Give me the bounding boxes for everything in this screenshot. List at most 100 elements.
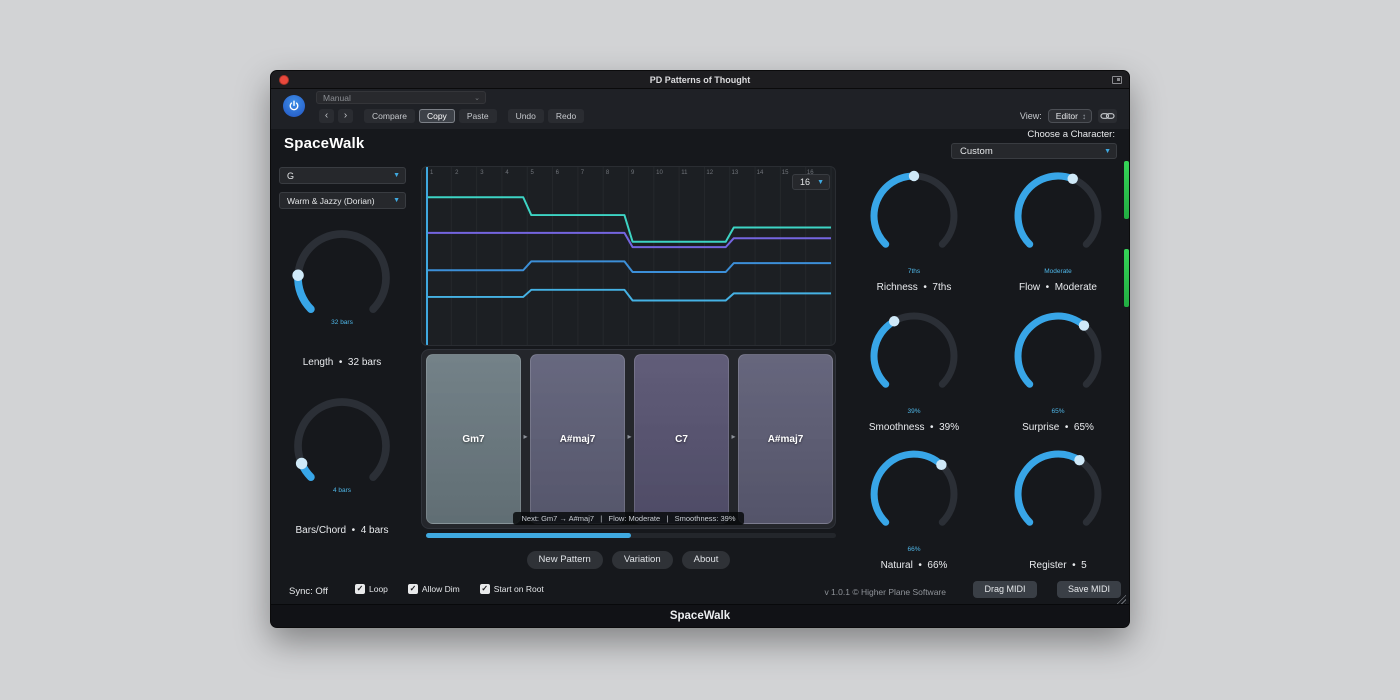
loop-checkbox[interactable]: ✓ Loop [355,584,388,594]
view-label: View: [1020,111,1042,121]
compare-button[interactable]: Compare [364,109,415,123]
ruler-label: 13 [732,170,757,178]
flow-knob[interactable]: Moderate Flow • Moderate [1008,166,1108,293]
redo-button[interactable]: Redo [548,109,584,123]
knob-caption: Bars/Chord • 4 bars [296,525,389,536]
ruler-label: 2 [455,170,480,178]
chord-cards-panel: Gm7 ▸ A#maj7 ▸ C7 ▸ A#maj7 Next: Gm7 → A… [421,349,836,529]
key-dropdown[interactable]: G [279,167,406,184]
register-knob[interactable]: Register • 5 [1008,444,1108,571]
chevron-down-icon [393,172,405,179]
pattern-status: Next: Gm7 → A#maj7 | Flow: Moderate | Sm… [513,512,745,525]
card-arrow-icon: ▸ [625,432,634,441]
checkbox-box[interactable]: ✓ [480,584,490,594]
start-on-root-checkbox[interactable]: ✓ Start on Root [480,584,544,594]
back-button[interactable]: ‹ [319,109,334,123]
character-value: Custom [960,146,993,157]
knob-arc [864,444,964,544]
checkbox-label: Start on Root [494,584,544,594]
ruler-label: 7 [581,170,606,178]
ruler-label: 11 [681,170,706,178]
chord-name: A#maj7 [560,434,596,445]
preset-dropdown[interactable]: Manual [316,91,486,104]
titlebar[interactable]: PD Patterns of Thought [271,71,1129,89]
ruler-label: 3 [480,170,505,178]
knob-value: Moderate [1044,268,1071,276]
natural-knob[interactable]: 66% Natural • 66% [864,444,964,571]
allow-dim-checkbox[interactable]: ✓ Allow Dim [408,584,460,594]
knob-arc [864,306,964,406]
bars-count-dropdown[interactable]: 16 [792,174,830,190]
pattern-sequencer: 12345678910111213141516 16 [421,166,836,346]
card-arrow-icon: ▸ [521,432,530,441]
close-button[interactable] [279,75,289,85]
bars-count-value: 16 [800,177,810,187]
chord-card[interactable]: A#maj7 [738,354,833,524]
knob-caption: Surprise • 65% [1022,422,1094,433]
knob-arc [864,166,964,266]
knob-caption: Length • 32 bars [303,357,382,368]
window-title: PD Patterns of Thought [650,75,751,85]
voice-lines-chart [422,167,835,345]
copy-button[interactable]: Copy [419,109,455,123]
length-knob[interactable]: 32 bars Length • 32 bars [287,223,397,368]
about-button[interactable]: About [682,551,731,569]
ruler-label: 14 [757,170,782,178]
knob-value: 32 bars [331,319,353,327]
scale-dropdown[interactable]: Warm & Jazzy (Dorian) [279,192,406,209]
checkbox-box[interactable]: ✓ [408,584,418,594]
view-value: Editor [1056,111,1078,121]
richness-knob[interactable]: 7ths Richness • 7ths [864,166,964,293]
progress-fill [426,533,631,538]
chord-name: C7 [675,434,688,445]
ruler-label: 10 [656,170,681,178]
footer-bar: SpaceWalk [271,604,1129,627]
ruler-label: 4 [505,170,530,178]
undo-button[interactable]: Undo [508,109,544,123]
chevron-down-icon [817,179,829,186]
character-label: Choose a Character: [1027,129,1115,140]
link-icon [1100,111,1115,121]
key-value: G [287,171,294,181]
new-pattern-button[interactable]: New Pattern [527,551,603,569]
knob-arc [1008,306,1108,406]
chord-card[interactable]: A#maj7 [530,354,625,524]
paste-button[interactable]: Paste [459,109,497,123]
version-text: v 1.0.1 © Higher Plane Software [776,587,946,597]
knob-caption: Natural • 66% [881,560,948,571]
knob-value: 7ths [908,268,920,276]
variation-button[interactable]: Variation [612,551,673,569]
bars-per-chord-knob[interactable]: 4 bars Bars/Chord • 4 bars [287,391,397,536]
bar-ruler: 12345678910111213141516 [430,170,832,178]
plugin-window-icon[interactable] [1112,76,1122,84]
sync-toggle[interactable]: Sync: Off [289,586,328,597]
save-midi-button[interactable]: Save MIDI [1057,581,1121,598]
ruler-label: 6 [556,170,581,178]
knob-value: 66% [907,546,920,554]
ruler-label: 9 [631,170,656,178]
chord-card[interactable]: C7 [634,354,729,524]
level-meter-segment [1124,161,1129,219]
view-dropdown[interactable]: Editor [1048,109,1092,123]
scale-value: Warm & Jazzy (Dorian) [287,196,375,206]
forward-button[interactable]: › [338,109,353,123]
knob-caption: Register • 5 [1029,560,1086,571]
chevron-down-icon [1104,148,1116,155]
chord-card[interactable]: Gm7 [426,354,521,524]
smoothness-knob[interactable]: 39% Smoothness • 39% [864,306,964,433]
link-button[interactable] [1098,109,1117,123]
surprise-knob[interactable]: 65% Surprise • 65% [1008,306,1108,433]
ruler-label: 5 [531,170,556,178]
playhead-line [426,167,428,345]
ruler-label: 12 [706,170,731,178]
playback-progress[interactable] [426,533,836,538]
power-button[interactable] [283,95,305,117]
card-arrow-icon: ▸ [729,432,738,441]
checkbox-box[interactable]: ✓ [355,584,365,594]
chord-name: Gm7 [462,434,484,445]
drag-midi-button[interactable]: Drag MIDI [973,581,1037,598]
chevron-down-icon [474,94,485,102]
character-dropdown[interactable]: Custom [951,143,1117,159]
level-meter-segment [1124,249,1129,307]
knob-value: 39% [907,408,920,416]
